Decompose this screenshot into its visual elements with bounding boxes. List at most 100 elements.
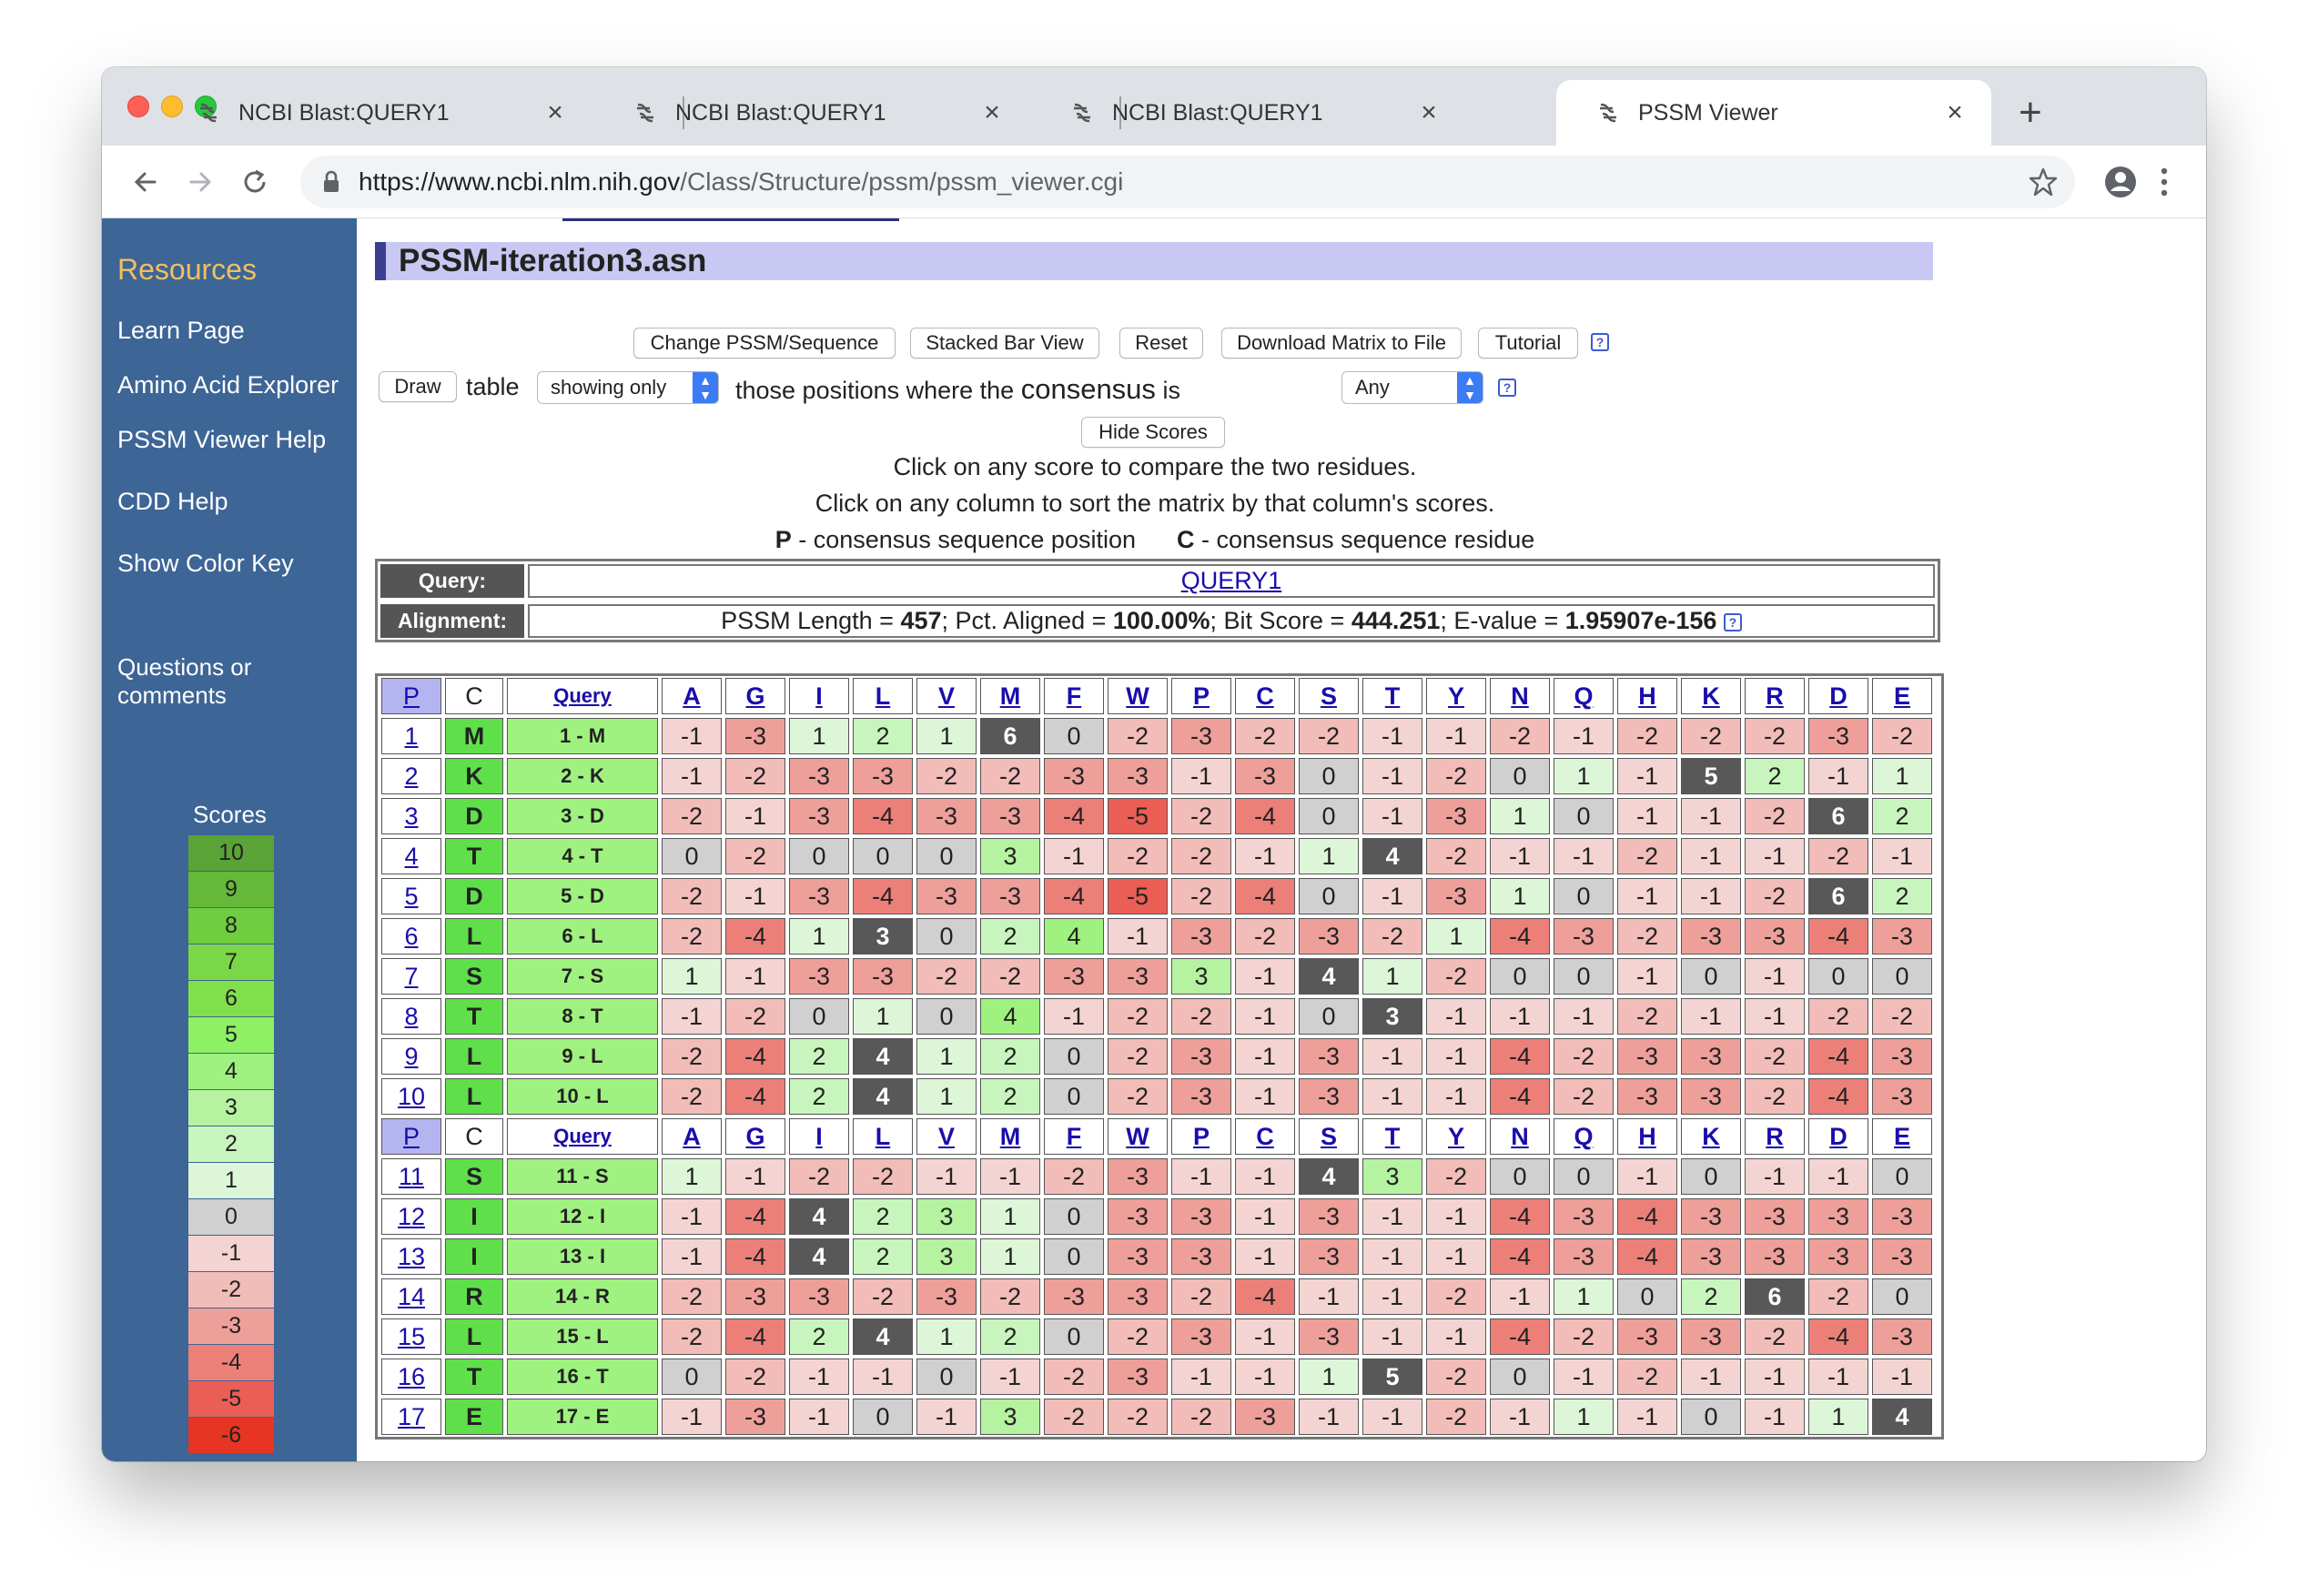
residue-column-header[interactable]: C — [1235, 678, 1295, 714]
position-link[interactable]: 11 — [381, 1158, 441, 1195]
score-cell[interactable]: 4 — [1872, 1399, 1932, 1435]
score-cell[interactable]: -3 — [789, 758, 849, 794]
score-cell[interactable]: -4 — [1617, 1238, 1677, 1275]
score-cell[interactable]: -1 — [1235, 1198, 1295, 1235]
score-cell[interactable]: -1 — [662, 1198, 722, 1235]
score-cell[interactable]: -1 — [1617, 1399, 1677, 1435]
score-cell[interactable]: 1 — [916, 1038, 977, 1075]
score-cell[interactable]: -1 — [1554, 718, 1614, 754]
score-cell[interactable]: 3 — [916, 1238, 977, 1275]
position-link[interactable]: 1 — [381, 718, 441, 754]
score-cell[interactable]: -3 — [916, 798, 977, 834]
score-cell[interactable]: -3 — [1554, 1238, 1614, 1275]
score-cell[interactable]: -2 — [1299, 718, 1359, 754]
score-cell[interactable]: -1 — [1235, 998, 1295, 1035]
score-cell[interactable]: -2 — [1426, 1359, 1486, 1395]
score-cell[interactable]: -3 — [1426, 878, 1486, 914]
score-cell[interactable]: 1 — [1299, 838, 1359, 874]
score-cell[interactable]: -3 — [1681, 918, 1741, 955]
score-cell[interactable]: -1 — [1490, 838, 1550, 874]
score-cell[interactable]: -1 — [1426, 998, 1486, 1035]
score-cell[interactable]: 6 — [1808, 878, 1868, 914]
score-cell[interactable]: -3 — [1171, 1238, 1231, 1275]
score-cell[interactable]: -1 — [1235, 1238, 1295, 1275]
score-cell[interactable]: 2 — [980, 1318, 1040, 1355]
residue-column-header[interactable]: F — [1044, 678, 1104, 714]
residue-column-header[interactable]: W — [1108, 678, 1168, 714]
residue-column-header[interactable]: M — [980, 1118, 1040, 1155]
score-cell[interactable]: -1 — [1808, 1158, 1868, 1195]
score-cell[interactable]: -3 — [1299, 1318, 1359, 1355]
score-cell[interactable]: -1 — [662, 1238, 722, 1275]
score-cell[interactable]: -1 — [1171, 1158, 1231, 1195]
score-cell[interactable]: 1 — [662, 1158, 722, 1195]
score-cell[interactable]: -2 — [853, 1158, 913, 1195]
score-cell[interactable]: -4 — [1490, 918, 1550, 955]
score-cell[interactable]: -1 — [1362, 718, 1422, 754]
residue-column-header[interactable]: K — [1681, 678, 1741, 714]
score-cell[interactable]: -1 — [1362, 1278, 1422, 1315]
score-cell[interactable]: -1 — [1362, 1399, 1422, 1435]
residue-column-header[interactable]: Y — [1426, 678, 1486, 714]
score-cell[interactable]: -2 — [1426, 1158, 1486, 1195]
sidebar-link-show-color-key[interactable]: Show Color Key — [117, 550, 294, 578]
sort-by-position-header[interactable]: P — [381, 678, 441, 714]
score-cell[interactable]: 2 — [1681, 1278, 1741, 1315]
help-icon[interactable]: ? — [1591, 333, 1609, 351]
help-icon[interactable]: ? — [1723, 612, 1742, 631]
score-cell[interactable]: 0 — [1299, 758, 1359, 794]
score-cell[interactable]: -2 — [1745, 1038, 1805, 1075]
score-cell[interactable]: 1 — [1872, 758, 1932, 794]
score-cell[interactable]: -1 — [1235, 1078, 1295, 1115]
score-cell[interactable]: 0 — [1299, 798, 1359, 834]
score-cell[interactable]: -4 — [1808, 1078, 1868, 1115]
score-cell[interactable]: -3 — [1617, 1318, 1677, 1355]
score-cell[interactable]: 2 — [789, 1318, 849, 1355]
score-cell[interactable]: -2 — [1872, 718, 1932, 754]
tab-close-icon[interactable]: × — [1412, 97, 1445, 128]
score-cell[interactable]: -4 — [853, 878, 913, 914]
score-cell[interactable]: -1 — [662, 998, 722, 1035]
score-cell[interactable]: -2 — [1426, 958, 1486, 995]
score-cell[interactable]: -2 — [1044, 1399, 1104, 1435]
sidebar-link-learn-page[interactable]: Learn Page — [117, 317, 245, 345]
score-cell[interactable]: 6 — [980, 718, 1040, 754]
score-cell[interactable]: 2 — [789, 1038, 849, 1075]
score-cell[interactable]: -4 — [1235, 798, 1295, 834]
score-cell[interactable]: -3 — [1108, 958, 1168, 995]
score-cell[interactable]: -1 — [789, 1359, 849, 1395]
score-cell[interactable]: -2 — [1171, 1278, 1231, 1315]
residue-column-header[interactable]: P — [1171, 1118, 1231, 1155]
score-cell[interactable]: -2 — [853, 1278, 913, 1315]
score-cell[interactable]: -3 — [853, 758, 913, 794]
score-cell[interactable]: 6 — [1745, 1278, 1805, 1315]
score-cell[interactable]: -1 — [1872, 838, 1932, 874]
tab-close-icon[interactable]: × — [539, 97, 572, 128]
score-cell[interactable]: -1 — [980, 1359, 1040, 1395]
stacked-bar-view-button[interactable]: Stacked Bar View — [910, 328, 1099, 359]
score-cell[interactable]: 0 — [789, 998, 849, 1035]
score-cell[interactable]: 4 — [1044, 918, 1104, 955]
score-cell[interactable]: 0 — [1044, 1318, 1104, 1355]
score-cell[interactable]: -4 — [1490, 1078, 1550, 1115]
score-cell[interactable]: 2 — [853, 1198, 913, 1235]
score-cell[interactable]: -1 — [1745, 1399, 1805, 1435]
score-cell[interactable]: -1 — [1235, 838, 1295, 874]
score-cell[interactable]: -1 — [725, 798, 785, 834]
browser-tab[interactable]: NCBI Blast:QUERY1 × — [157, 80, 592, 146]
score-cell[interactable]: 2 — [980, 1078, 1040, 1115]
score-cell[interactable]: -3 — [1299, 1238, 1359, 1275]
score-cell[interactable]: -2 — [725, 1359, 785, 1395]
bookmark-star-icon[interactable] — [2028, 167, 2059, 202]
score-cell[interactable]: -1 — [1362, 1078, 1422, 1115]
residue-column-header[interactable]: R — [1745, 678, 1805, 714]
score-cell[interactable]: -2 — [980, 958, 1040, 995]
score-cell[interactable]: 0 — [1490, 958, 1550, 995]
score-cell[interactable]: -2 — [1554, 1038, 1614, 1075]
position-link[interactable]: 3 — [381, 798, 441, 834]
score-cell[interactable]: -3 — [916, 1278, 977, 1315]
help-icon[interactable]: ? — [1498, 379, 1516, 397]
score-cell[interactable]: -2 — [1108, 998, 1168, 1035]
score-cell[interactable]: -2 — [1362, 918, 1422, 955]
score-cell[interactable]: -2 — [1171, 838, 1231, 874]
